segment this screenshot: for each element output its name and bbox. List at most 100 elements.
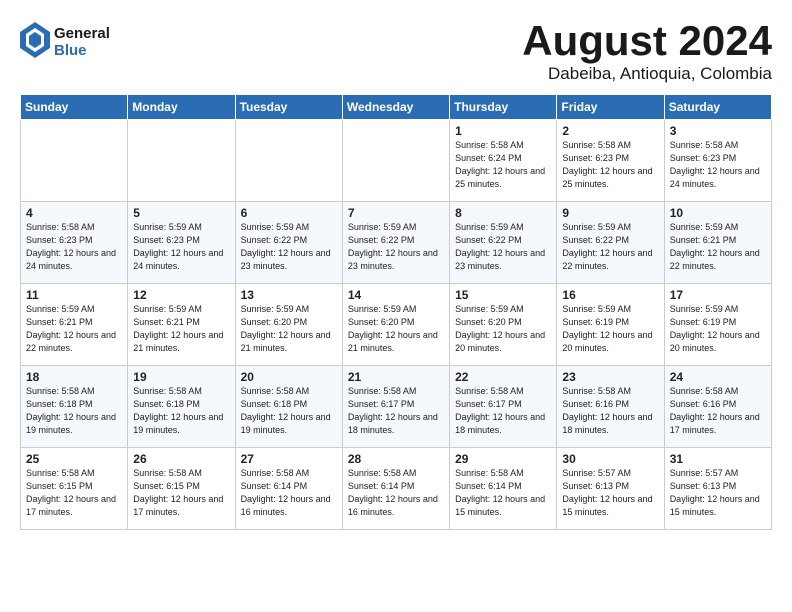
day-number: 29 [455,452,551,466]
day-number: 21 [348,370,444,384]
table-cell [128,120,235,202]
day-info: Sunrise: 5:58 AMSunset: 6:18 PMDaylight:… [26,385,122,437]
table-cell: 26Sunrise: 5:58 AMSunset: 6:15 PMDayligh… [128,448,235,530]
header-row: Sunday Monday Tuesday Wednesday Thursday… [21,95,772,120]
table-cell: 29Sunrise: 5:58 AMSunset: 6:14 PMDayligh… [450,448,557,530]
table-cell: 7Sunrise: 5:59 AMSunset: 6:22 PMDaylight… [342,202,449,284]
table-cell [21,120,128,202]
day-number: 8 [455,206,551,220]
table-cell: 17Sunrise: 5:59 AMSunset: 6:19 PMDayligh… [664,284,771,366]
day-info: Sunrise: 5:58 AMSunset: 6:14 PMDaylight:… [241,467,337,519]
table-cell: 11Sunrise: 5:59 AMSunset: 6:21 PMDayligh… [21,284,128,366]
day-number: 6 [241,206,337,220]
table-cell: 21Sunrise: 5:58 AMSunset: 6:17 PMDayligh… [342,366,449,448]
day-info: Sunrise: 5:59 AMSunset: 6:22 PMDaylight:… [348,221,444,273]
table-cell: 18Sunrise: 5:58 AMSunset: 6:18 PMDayligh… [21,366,128,448]
table-cell: 6Sunrise: 5:59 AMSunset: 6:22 PMDaylight… [235,202,342,284]
calendar-page: General Blue August 2024 Dabeiba, Antioq… [0,0,792,612]
table-cell: 8Sunrise: 5:59 AMSunset: 6:22 PMDaylight… [450,202,557,284]
day-info: Sunrise: 5:58 AMSunset: 6:15 PMDaylight:… [133,467,229,519]
table-cell: 10Sunrise: 5:59 AMSunset: 6:21 PMDayligh… [664,202,771,284]
col-wednesday: Wednesday [342,95,449,120]
table-cell: 13Sunrise: 5:59 AMSunset: 6:20 PMDayligh… [235,284,342,366]
day-info: Sunrise: 5:59 AMSunset: 6:20 PMDaylight:… [455,303,551,355]
day-number: 22 [455,370,551,384]
table-cell: 24Sunrise: 5:58 AMSunset: 6:16 PMDayligh… [664,366,771,448]
day-info: Sunrise: 5:58 AMSunset: 6:24 PMDaylight:… [455,139,551,191]
day-info: Sunrise: 5:59 AMSunset: 6:23 PMDaylight:… [133,221,229,273]
day-info: Sunrise: 5:59 AMSunset: 6:21 PMDaylight:… [133,303,229,355]
day-number: 18 [26,370,122,384]
table-cell: 22Sunrise: 5:58 AMSunset: 6:17 PMDayligh… [450,366,557,448]
calendar-table: Sunday Monday Tuesday Wednesday Thursday… [20,94,772,530]
day-number: 28 [348,452,444,466]
day-info: Sunrise: 5:59 AMSunset: 6:22 PMDaylight:… [455,221,551,273]
col-monday: Monday [128,95,235,120]
col-saturday: Saturday [664,95,771,120]
day-info: Sunrise: 5:58 AMSunset: 6:23 PMDaylight:… [670,139,766,191]
day-number: 9 [562,206,658,220]
day-number: 19 [133,370,229,384]
title-block: August 2024 Dabeiba, Antioquia, Colombia [522,18,772,84]
table-cell: 12Sunrise: 5:59 AMSunset: 6:21 PMDayligh… [128,284,235,366]
col-sunday: Sunday [21,95,128,120]
day-number: 31 [670,452,766,466]
day-number: 4 [26,206,122,220]
day-info: Sunrise: 5:59 AMSunset: 6:22 PMDaylight:… [241,221,337,273]
table-cell: 15Sunrise: 5:59 AMSunset: 6:20 PMDayligh… [450,284,557,366]
day-number: 17 [670,288,766,302]
table-cell: 19Sunrise: 5:58 AMSunset: 6:18 PMDayligh… [128,366,235,448]
table-cell: 20Sunrise: 5:58 AMSunset: 6:18 PMDayligh… [235,366,342,448]
day-info: Sunrise: 5:59 AMSunset: 6:21 PMDaylight:… [26,303,122,355]
day-number: 2 [562,124,658,138]
table-cell: 9Sunrise: 5:59 AMSunset: 6:22 PMDaylight… [557,202,664,284]
day-info: Sunrise: 5:57 AMSunset: 6:13 PMDaylight:… [562,467,658,519]
day-number: 30 [562,452,658,466]
col-thursday: Thursday [450,95,557,120]
day-info: Sunrise: 5:57 AMSunset: 6:13 PMDaylight:… [670,467,766,519]
table-cell: 4Sunrise: 5:58 AMSunset: 6:23 PMDaylight… [21,202,128,284]
day-number: 24 [670,370,766,384]
day-info: Sunrise: 5:59 AMSunset: 6:20 PMDaylight:… [348,303,444,355]
day-number: 11 [26,288,122,302]
day-number: 20 [241,370,337,384]
day-info: Sunrise: 5:58 AMSunset: 6:14 PMDaylight:… [348,467,444,519]
day-number: 5 [133,206,229,220]
table-cell: 31Sunrise: 5:57 AMSunset: 6:13 PMDayligh… [664,448,771,530]
table-cell [235,120,342,202]
day-number: 23 [562,370,658,384]
logo: General Blue [20,22,110,63]
day-info: Sunrise: 5:58 AMSunset: 6:16 PMDaylight:… [670,385,766,437]
day-info: Sunrise: 5:58 AMSunset: 6:23 PMDaylight:… [26,221,122,273]
day-info: Sunrise: 5:59 AMSunset: 6:19 PMDaylight:… [670,303,766,355]
table-cell: 3Sunrise: 5:58 AMSunset: 6:23 PMDaylight… [664,120,771,202]
col-friday: Friday [557,95,664,120]
logo-icon [20,22,50,63]
logo-general: General [54,26,110,43]
day-info: Sunrise: 5:59 AMSunset: 6:22 PMDaylight:… [562,221,658,273]
day-number: 27 [241,452,337,466]
day-number: 12 [133,288,229,302]
table-cell: 30Sunrise: 5:57 AMSunset: 6:13 PMDayligh… [557,448,664,530]
table-cell: 28Sunrise: 5:58 AMSunset: 6:14 PMDayligh… [342,448,449,530]
day-info: Sunrise: 5:58 AMSunset: 6:17 PMDaylight:… [455,385,551,437]
table-cell: 1Sunrise: 5:58 AMSunset: 6:24 PMDaylight… [450,120,557,202]
day-number: 16 [562,288,658,302]
day-number: 1 [455,124,551,138]
day-number: 15 [455,288,551,302]
col-tuesday: Tuesday [235,95,342,120]
day-info: Sunrise: 5:59 AMSunset: 6:21 PMDaylight:… [670,221,766,273]
day-info: Sunrise: 5:58 AMSunset: 6:23 PMDaylight:… [562,139,658,191]
day-number: 7 [348,206,444,220]
table-cell: 14Sunrise: 5:59 AMSunset: 6:20 PMDayligh… [342,284,449,366]
day-number: 14 [348,288,444,302]
table-cell: 16Sunrise: 5:59 AMSunset: 6:19 PMDayligh… [557,284,664,366]
day-info: Sunrise: 5:59 AMSunset: 6:20 PMDaylight:… [241,303,337,355]
day-info: Sunrise: 5:58 AMSunset: 6:18 PMDaylight:… [133,385,229,437]
table-cell: 2Sunrise: 5:58 AMSunset: 6:23 PMDaylight… [557,120,664,202]
day-number: 26 [133,452,229,466]
day-info: Sunrise: 5:58 AMSunset: 6:17 PMDaylight:… [348,385,444,437]
day-info: Sunrise: 5:58 AMSunset: 6:14 PMDaylight:… [455,467,551,519]
day-info: Sunrise: 5:58 AMSunset: 6:16 PMDaylight:… [562,385,658,437]
location-title: Dabeiba, Antioquia, Colombia [522,64,772,84]
